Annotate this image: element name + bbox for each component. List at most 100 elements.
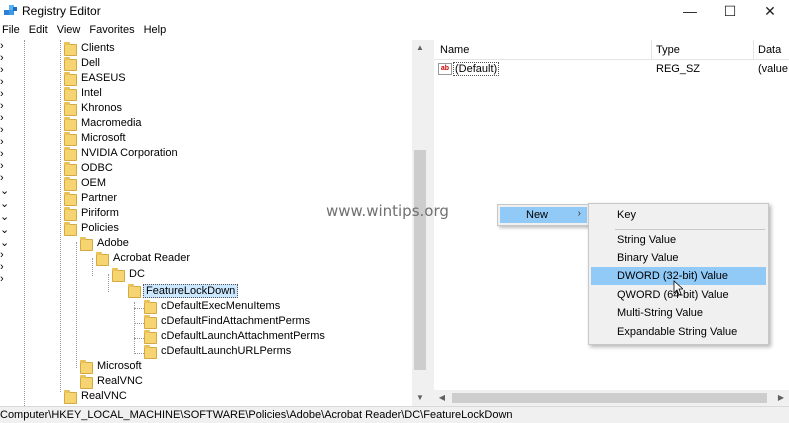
chevron-right-icon[interactable]: ›: [0, 261, 4, 273]
submenu-expandable-string-value[interactable]: Expandable String Value: [591, 323, 766, 341]
chevron-down-icon[interactable]: ⌄: [0, 237, 9, 249]
folder-icon: [64, 177, 77, 191]
menu-help[interactable]: Help: [142, 22, 172, 40]
menu-file[interactable]: File: [0, 22, 25, 40]
menu-bar: File Edit View Favorites Help: [0, 22, 789, 40]
context-menu-new[interactable]: New ›: [500, 207, 587, 223]
list-row[interactable]: ab (Default) REG_SZ (value: [434, 62, 789, 78]
chevron-right-icon[interactable]: ›: [0, 273, 4, 285]
tree-item-label: cDefaultLaunchAttachmentPerms: [161, 330, 325, 342]
chevron-right-icon: ›: [577, 208, 581, 219]
chevron-down-icon[interactable]: ⌄: [0, 185, 9, 197]
tree-item-label: DC: [129, 268, 145, 280]
folder-icon: [64, 192, 77, 206]
tree-guide-line: [92, 258, 93, 276]
folder-icon: [144, 300, 157, 314]
tree-item-label: RealVNC: [81, 390, 127, 402]
submenu-item-label: String Value: [617, 234, 677, 246]
folder-icon: [64, 57, 77, 71]
chevron-right-icon[interactable]: ›: [0, 76, 4, 88]
folder-icon: [144, 330, 157, 344]
close-button[interactable]: ✕: [752, 0, 788, 22]
chevron-right-icon[interactable]: ›: [0, 160, 4, 172]
tree-vertical-scrollbar[interactable]: ▲ ▼: [412, 40, 428, 406]
folder-icon: [64, 87, 77, 101]
registry-editor-icon: [4, 5, 17, 15]
chevron-down-icon[interactable]: ⌄: [0, 211, 9, 223]
folder-icon: [144, 345, 157, 359]
folder-open-icon: [112, 268, 125, 282]
tree-item-label: Piriform: [81, 207, 119, 219]
folder-icon: [64, 390, 77, 404]
submenu-item-label: Binary Value: [617, 252, 679, 264]
tree-item-realvnc-policies[interactable]: › RealVNC: [0, 261, 428, 389]
tree-guide-line: [60, 40, 61, 392]
tree-guide-line: [134, 338, 144, 339]
tree-item-label: Microsoft: [97, 360, 142, 372]
column-separator[interactable]: [753, 40, 754, 60]
folder-open-icon: [96, 252, 109, 266]
scrollbar-thumb[interactable]: [452, 393, 767, 403]
chevron-right-icon[interactable]: ›: [0, 124, 4, 136]
column-separator[interactable]: [651, 40, 652, 60]
tree-item-label: Macromedia: [81, 117, 142, 129]
list-header: Name Type Data: [434, 40, 789, 60]
tree-item-label: cDefaultLaunchURLPerms: [161, 345, 292, 357]
maximize-button[interactable]: ☐: [712, 0, 748, 22]
tree-item-label-selected: FeatureLockDown: [143, 284, 239, 298]
scroll-down-icon[interactable]: ▼: [412, 390, 428, 406]
column-header-data[interactable]: Data: [758, 44, 781, 56]
minimize-button[interactable]: —: [672, 0, 708, 22]
submenu-string-value[interactable]: String Value: [591, 231, 766, 249]
status-bar: Computer\HKEY_LOCAL_MACHINE\SOFTWARE\Pol…: [0, 406, 789, 423]
submenu-binary-value[interactable]: Binary Value: [591, 249, 766, 267]
chevron-right-icon[interactable]: ›: [0, 88, 4, 100]
watermark: www.wintips.org: [326, 202, 449, 220]
chevron-right-icon[interactable]: ›: [0, 64, 4, 76]
chevron-right-icon[interactable]: ›: [0, 112, 4, 124]
tree-item-label: cDefaultExecMenuItems: [161, 300, 281, 312]
chevron-right-icon[interactable]: ›: [0, 40, 4, 52]
mouse-cursor-icon: [673, 280, 683, 296]
chevron-right-icon[interactable]: ›: [0, 249, 4, 261]
chevron-down-icon[interactable]: ⌄: [0, 198, 9, 210]
submenu-multi-string-value[interactable]: Multi-String Value: [591, 304, 766, 322]
scroll-left-icon[interactable]: ◀: [434, 390, 450, 406]
folder-icon: [64, 132, 77, 146]
scrollbar-thumb[interactable]: [414, 150, 426, 370]
folder-icon: [64, 42, 77, 56]
scroll-right-icon[interactable]: ▶: [773, 390, 789, 406]
column-header-type[interactable]: Type: [656, 44, 680, 56]
chevron-right-icon[interactable]: ›: [0, 52, 4, 64]
chevron-right-icon[interactable]: ›: [0, 100, 4, 112]
folder-icon: [80, 360, 93, 374]
folder-icon: [64, 117, 77, 131]
tree-item-label: EASEUS: [81, 72, 126, 84]
chevron-right-icon[interactable]: ›: [0, 136, 4, 148]
tree-item-label: Partner: [81, 192, 118, 204]
submenu-item-label: Multi-String Value: [617, 307, 703, 319]
menu-edit[interactable]: Edit: [27, 22, 53, 40]
context-menu-new-label: New: [526, 209, 549, 221]
tree-item-clients[interactable]: › Clients: [0, 40, 428, 56]
list-horizontal-scrollbar[interactable]: ◀ ▶: [434, 390, 789, 406]
menu-view[interactable]: View: [55, 22, 86, 40]
tree-item-featurelockdown[interactable]: ⌄ FeatureLockDown: [0, 236, 428, 298]
tree-item-label: cDefaultFindAttachmentPerms: [161, 315, 311, 327]
folder-icon: [64, 162, 77, 176]
tree-item-label: Acrobat Reader: [113, 252, 191, 264]
tree-item-label: NVIDIA Corporation: [81, 147, 178, 159]
tree-item-microsoft-policies[interactable]: › Microsoft: [0, 249, 428, 374]
menu-favorites[interactable]: Favorites: [87, 22, 139, 40]
registry-tree[interactable]: › Clients › Dell › EASEUS › Intel › Khro…: [0, 40, 428, 406]
chevron-right-icon[interactable]: ›: [0, 148, 4, 160]
string-value-icon: ab: [438, 63, 452, 75]
chevron-down-icon[interactable]: ⌄: [0, 224, 9, 236]
scroll-up-icon[interactable]: ▲: [412, 40, 428, 56]
chevron-right-icon[interactable]: ›: [0, 172, 4, 184]
column-header-name[interactable]: Name: [440, 44, 469, 56]
tree-item-label: Policies: [81, 222, 119, 234]
value-data: (value: [758, 63, 788, 75]
tree-item-label: OEM: [81, 177, 107, 189]
submenu-key[interactable]: Key: [591, 206, 766, 224]
